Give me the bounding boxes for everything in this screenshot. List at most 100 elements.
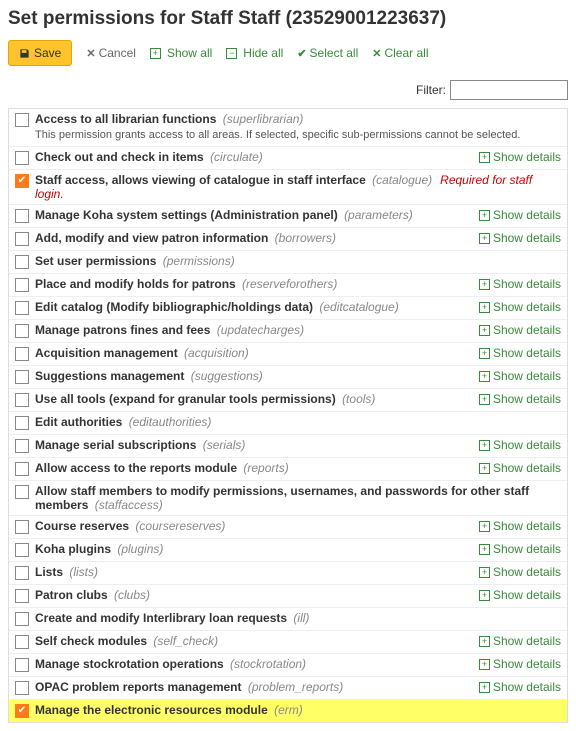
show-details-link[interactable]: +Show details <box>471 392 561 406</box>
permission-row: Place and modify holds for patrons (rese… <box>9 274 567 297</box>
permission-code: (parameters) <box>344 208 413 222</box>
permission-label: Manage Koha system settings (Administrat… <box>35 208 341 222</box>
minus-icon: − <box>226 48 237 59</box>
permission-checkbox[interactable] <box>15 439 29 453</box>
filter-input[interactable] <box>450 80 568 100</box>
permission-row: Allow access to the reports module (repo… <box>9 458 567 481</box>
hide-all-button[interactable]: − Hide all <box>226 46 283 60</box>
permission-checkbox[interactable] <box>15 324 29 338</box>
show-all-label: Show all <box>167 46 212 60</box>
permission-code: (staffaccess) <box>95 498 163 512</box>
permission-note: This permission grants access to all are… <box>15 127 561 143</box>
plus-icon: + <box>479 394 490 405</box>
check-icon: ✔ <box>297 47 306 60</box>
show-details-link[interactable]: +Show details <box>471 208 561 222</box>
permission-code: (problem_reports) <box>248 680 343 694</box>
show-details-link[interactable]: +Show details <box>471 231 561 245</box>
filter-label: Filter: <box>416 83 446 97</box>
permission-label: Suggestions management <box>35 369 188 383</box>
show-details-link[interactable]: +Show details <box>471 277 561 291</box>
plus-icon: + <box>479 210 490 221</box>
permission-checkbox[interactable] <box>15 151 29 165</box>
clear-all-button[interactable]: ✕ Clear all <box>372 46 428 60</box>
permission-row: Manage Koha system settings (Administrat… <box>9 205 567 228</box>
plus-icon: + <box>479 348 490 359</box>
permission-label: OPAC problem reports management <box>35 680 245 694</box>
permission-checkbox[interactable] <box>15 278 29 292</box>
show-details-link[interactable]: +Show details <box>471 150 561 164</box>
permission-checkbox[interactable] <box>15 255 29 269</box>
permission-checkbox[interactable] <box>15 485 29 499</box>
permission-row: Lists (lists)+Show details <box>9 562 567 585</box>
permission-checkbox[interactable] <box>15 589 29 603</box>
permission-label: Allow access to the reports module <box>35 461 240 475</box>
permission-label: Place and modify holds for patrons <box>35 277 239 291</box>
permission-checkbox[interactable] <box>15 566 29 580</box>
plus-icon: + <box>479 636 490 647</box>
permission-row: ✔ Staff access, allows viewing of catalog… <box>9 170 567 205</box>
permission-code: (lists) <box>69 565 98 579</box>
show-details-link[interactable]: +Show details <box>471 346 561 360</box>
permission-checkbox[interactable] <box>15 416 29 430</box>
permission-checkbox[interactable] <box>15 301 29 315</box>
permission-label: Acquisition management <box>35 346 181 360</box>
permission-code: (acquisition) <box>184 346 249 360</box>
select-all-button[interactable]: ✔ Select all <box>297 46 358 60</box>
permission-checkbox[interactable] <box>15 113 29 127</box>
permission-checkbox[interactable] <box>15 681 29 695</box>
permission-checkbox[interactable] <box>15 635 29 649</box>
permission-checkbox[interactable] <box>15 520 29 534</box>
permission-code: (tools) <box>342 392 375 406</box>
plus-icon: + <box>479 279 490 290</box>
permission-checkbox[interactable] <box>15 232 29 246</box>
save-icon <box>19 48 30 59</box>
permission-row: Self check modules (self_check)+Show det… <box>9 631 567 654</box>
show-details-link[interactable]: +Show details <box>471 323 561 337</box>
permission-row: Edit authorities (editauthorities) <box>9 412 567 435</box>
permission-checkbox[interactable] <box>15 347 29 361</box>
plus-icon: + <box>479 544 490 555</box>
cancel-button[interactable]: ✕ Cancel <box>86 46 136 60</box>
show-details-link[interactable]: +Show details <box>471 565 561 579</box>
show-details-link[interactable]: +Show details <box>471 657 561 671</box>
show-details-link[interactable]: +Show details <box>471 519 561 533</box>
plus-icon: + <box>479 302 490 313</box>
show-details-link[interactable]: +Show details <box>471 300 561 314</box>
permission-code: (erm) <box>274 703 303 717</box>
permission-checkbox[interactable] <box>15 209 29 223</box>
permissions-list: Access to all librarian functions (super… <box>8 108 568 723</box>
permission-code: (superlibrarian) <box>223 112 304 126</box>
show-details-link[interactable]: +Show details <box>471 461 561 475</box>
show-details-link[interactable]: +Show details <box>471 680 561 694</box>
permission-row: Allow staff members to modify permission… <box>9 481 567 516</box>
permission-label: Access to all librarian functions <box>35 112 220 126</box>
show-details-link[interactable]: +Show details <box>471 634 561 648</box>
permission-label: Manage patrons fines and fees <box>35 323 214 337</box>
permission-checkbox[interactable] <box>15 612 29 626</box>
plus-icon: + <box>479 682 490 693</box>
permission-checkbox[interactable] <box>15 543 29 557</box>
save-label: Save <box>34 46 61 60</box>
show-details-link[interactable]: +Show details <box>471 369 561 383</box>
permission-label: Manage stockrotation operations <box>35 657 227 671</box>
permission-checkbox[interactable] <box>15 462 29 476</box>
show-details-link[interactable]: +Show details <box>471 438 561 452</box>
permission-code: (permissions) <box>163 254 235 268</box>
plus-icon: + <box>479 659 490 670</box>
clear-icon: ✕ <box>372 47 381 60</box>
save-button[interactable]: Save <box>8 40 72 66</box>
permission-checkbox[interactable]: ✔ <box>15 704 29 718</box>
permission-code: (catalogue) <box>372 173 432 187</box>
permission-label: Create and modify Interlibrary loan requ… <box>35 611 290 625</box>
permission-row: Course reserves (coursereserves)+Show de… <box>9 516 567 539</box>
permission-checkbox[interactable]: ✔ <box>15 174 29 188</box>
plus-icon: + <box>479 440 490 451</box>
close-icon: ✕ <box>86 47 95 60</box>
plus-icon: + <box>479 325 490 336</box>
show-all-button[interactable]: + Show all <box>150 46 212 60</box>
permission-label: Staff access, allows viewing of catalogu… <box>35 173 369 187</box>
show-details-link[interactable]: +Show details <box>471 542 561 556</box>
permission-checkbox[interactable] <box>15 393 29 407</box>
permission-checkbox[interactable] <box>15 370 29 384</box>
permission-checkbox[interactable] <box>15 658 29 672</box>
